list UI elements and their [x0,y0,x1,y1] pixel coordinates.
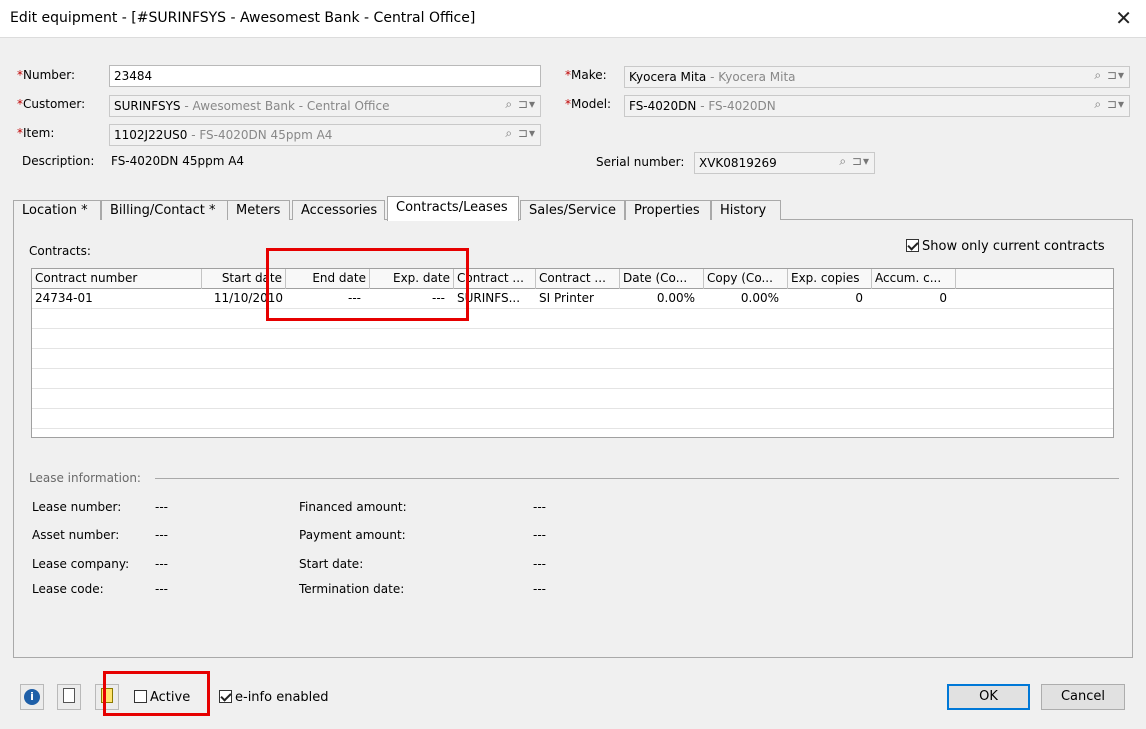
table-row-empty [32,349,1113,369]
tab-billing-contact[interactable]: Billing/Contact * [101,200,240,220]
cell-copy-co: 0.00% [740,291,779,305]
tab-sales-service[interactable]: Sales/Service [520,200,625,220]
table-header: Contract number Start date End date Exp.… [32,269,1113,289]
payment-amount-value: --- [533,528,546,542]
col-contract-a[interactable]: Contract ... [454,269,536,289]
col-exp-date[interactable]: Exp. date [370,269,454,289]
contracts-label: Contracts: [29,244,91,258]
lease-section-divider [155,478,1119,479]
tab-contracts-leases[interactable]: Contracts/Leases [387,196,519,221]
col-end-date[interactable]: End date [286,269,370,289]
table-row-empty [32,409,1113,429]
window-title: Edit equipment - [#SURINFSYS - Awesomest… [10,10,476,26]
cell-contract-b: SI Printer [539,291,594,305]
active-check-icon[interactable] [134,690,147,703]
termination-date-label: Termination date: [299,582,405,596]
col-contract-b[interactable]: Contract ... [536,269,620,289]
tab-properties[interactable]: Properties [625,200,711,220]
note-button[interactable] [57,684,81,710]
lease-section-label: Lease information: [29,471,141,485]
col-exp-copies[interactable]: Exp. copies [788,269,872,289]
show-current-checkbox[interactable]: Show only current contracts [906,239,1105,254]
col-start-date[interactable]: Start date [202,269,286,289]
info-icon: i [24,689,40,705]
ok-button[interactable]: OK [947,684,1030,710]
dropdown-icon[interactable]: ⊐▾ [518,126,536,140]
cell-start-date: 11/10/2010 [213,291,283,305]
table-row-empty [32,389,1113,409]
dropdown-icon[interactable]: ⊐▾ [518,97,536,111]
tab-location[interactable]: Location * [13,200,101,220]
show-current-check-icon[interactable] [906,239,919,252]
payment-amount-label: Payment amount: [299,528,406,542]
lease-number-value: --- [155,500,168,514]
start-date-value: --- [533,557,546,571]
description-value: FS-4020DN 45ppm A4 [111,154,245,168]
cell-accum-c: 0 [939,291,947,305]
item-label: *Item: [17,126,55,140]
table-row-empty [32,309,1113,329]
number-label: *Number: [17,68,76,82]
col-copy-co[interactable]: Copy (Co... [704,269,788,289]
dropdown-icon[interactable]: ⊐▾ [1107,68,1125,82]
contracts-table: Contract number Start date End date Exp.… [31,268,1114,438]
lease-number-label: Lease number: [32,500,122,514]
start-date-label: Start date: [299,557,364,571]
make-label: *Make: [565,68,607,82]
search-icon[interactable]: ⌕ [505,126,513,141]
search-icon[interactable]: ⌕ [839,154,847,169]
dropdown-icon[interactable]: ⊐▾ [852,154,870,168]
lease-code-label: Lease code: [32,582,104,596]
customer-label: *Customer: [17,97,86,111]
dropdown-icon[interactable]: ⊐▾ [1107,97,1125,111]
lease-company-label: Lease company: [32,557,130,571]
description-label: Description: [22,154,95,168]
active-checkbox[interactable]: Active [134,690,190,705]
cell-contract-number: 24734-01 [35,291,93,305]
cell-exp-copies: 0 [855,291,863,305]
col-accum-c[interactable]: Accum. c... [872,269,956,289]
einfo-check-icon[interactable] [219,690,232,703]
table-row-empty [32,369,1113,389]
notes-icon [101,688,113,703]
einfo-checkbox[interactable]: e-info enabled [219,690,329,705]
asset-number-value: --- [155,528,168,542]
termination-date-value: --- [533,582,546,596]
financed-amount-label: Financed amount: [299,500,407,514]
make-field[interactable]: Kyocera Mita - Kyocera Mita ⌕ ⊐▾ [624,66,1130,88]
serial-field[interactable]: XVK0819269 ⌕ ⊐▾ [694,152,875,174]
item-field[interactable]: 1102J22US0 - FS-4020DN 45ppm A4 ⌕ ⊐▾ [109,124,541,146]
cell-contract-a: SURINFS... [457,291,521,305]
notes-button[interactable] [95,684,119,710]
tab-history[interactable]: History [711,200,781,220]
customer-field[interactable]: SURINFSYS - Awesomest Bank - Central Off… [109,95,541,117]
col-date-co[interactable]: Date (Co... [620,269,704,289]
col-contract-number[interactable]: Contract number [32,269,202,289]
lease-code-value: --- [155,582,168,596]
title-bar: Edit equipment - [#SURINFSYS - Awesomest… [0,0,1146,38]
table-row[interactable]: 24734-01 11/10/2010 --- --- SURINFS... S… [32,289,1113,309]
number-field[interactable]: 23484 [109,65,541,87]
cell-exp-date: --- [432,291,445,305]
info-button[interactable]: i [20,684,44,710]
table-row-empty [32,329,1113,349]
cancel-button[interactable]: Cancel [1041,684,1125,710]
tab-accessories[interactable]: Accessories [292,200,385,220]
close-icon[interactable]: ✕ [1115,6,1132,30]
search-icon[interactable]: ⌕ [505,97,513,112]
model-label: *Model: [565,97,612,111]
search-icon[interactable]: ⌕ [1094,97,1102,112]
serial-label: Serial number: [596,155,685,169]
search-icon[interactable]: ⌕ [1094,68,1102,83]
asset-number-label: Asset number: [32,528,120,542]
note-icon [63,688,75,703]
lease-company-value: --- [155,557,168,571]
cell-date-co: 0.00% [656,291,695,305]
tab-meters[interactable]: Meters [227,200,290,220]
cell-end-date: --- [348,291,361,305]
financed-amount-value: --- [533,500,546,514]
model-field[interactable]: FS-4020DN - FS-4020DN ⌕ ⊐▾ [624,95,1130,117]
